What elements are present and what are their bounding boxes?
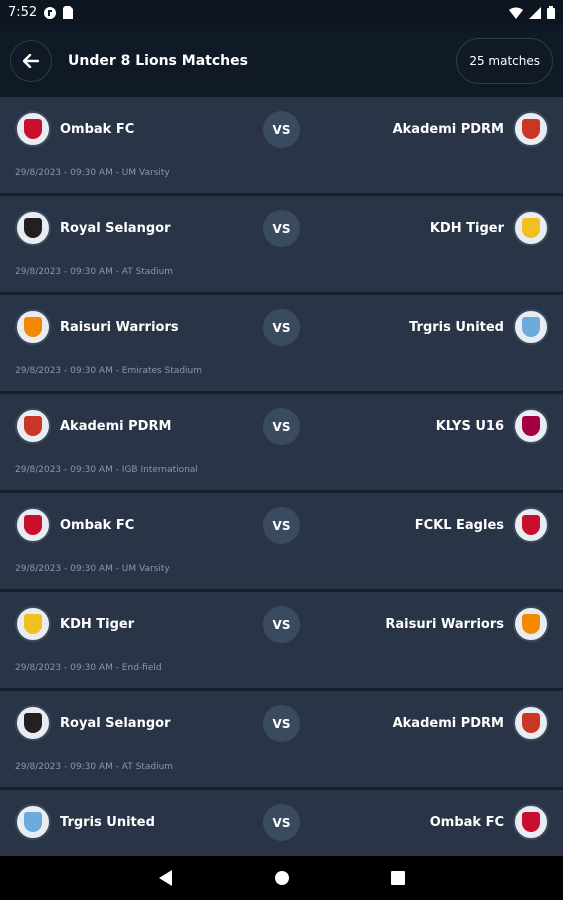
atletico-crest-icon (15, 408, 51, 444)
valencia-crest-icon (15, 309, 51, 345)
away-team: KDH Tiger (430, 210, 549, 246)
liverpool-crest-icon (513, 507, 549, 543)
back-button[interactable] (10, 40, 52, 82)
match-card[interactable]: Raisuri Warriors VS Trgris United 29/8/2023… (0, 295, 563, 391)
home-team: Royal Selangor (15, 210, 170, 246)
vs-badge: VS (263, 111, 300, 148)
liverpool-crest-icon (15, 507, 51, 543)
home-team-name: Royal Selangor (60, 220, 171, 236)
signal-icon (529, 6, 541, 19)
triangle-back-icon (158, 870, 172, 886)
home-team: Royal Selangor (15, 705, 170, 741)
status-right (509, 6, 555, 19)
sim-card-icon (63, 6, 74, 19)
newcastle-crest-icon (15, 210, 51, 246)
status-bar: 7:52 (0, 0, 563, 25)
newcastle-crest-icon (15, 705, 51, 741)
home-team: Ombak FC (15, 111, 134, 147)
away-team: KLYS U16 (436, 408, 549, 444)
away-team: Ombak FC (430, 804, 549, 840)
home-team-name: Royal Selangor (60, 715, 171, 731)
home-team-name: Raisuri Warriors (60, 319, 179, 335)
liverpool-crest-icon (513, 804, 549, 840)
home-team: Trgris United (15, 804, 155, 840)
match-card[interactable]: Royal Selangor VS KDH Tiger 29/8/2023 - 09:… (0, 196, 563, 292)
match-info: 29/8/2023 - 09:30 AM - UM Varsity (15, 168, 170, 178)
match-info: 29/8/2023 - 09:30 AM - AT Stadium (15, 267, 174, 277)
atletico-crest-icon (513, 705, 549, 741)
away-team-name: Trgris United (409, 319, 504, 335)
nav-back-button[interactable] (156, 868, 176, 888)
home-team-name: Ombak FC (60, 121, 135, 137)
man-city-crest-icon (513, 309, 549, 345)
vs-badge: VS (263, 804, 300, 841)
match-card[interactable]: Ombak FC VS FCKL Eagles 29/8/2023 - 09:30 A… (0, 493, 563, 589)
away-team: Trgris United (409, 309, 549, 345)
match-info: 29/8/2023 - 09:30 AM - End-field (15, 663, 162, 673)
away-team-name: KLYS U16 (435, 418, 504, 434)
app-notification-icon (44, 6, 57, 19)
match-card[interactable]: Royal Selangor VS Akademi PDRM 29/8/2023 - … (0, 691, 563, 787)
away-team-name: Akademi PDRM (392, 715, 504, 731)
system-nav-bar (0, 856, 563, 900)
page-title: Under 8 Lions Matches (68, 53, 248, 69)
match-info: 29/8/2023 - 09:30 AM - IGB International (15, 465, 198, 475)
match-card[interactable]: Akademi PDRM VS KLYS U16 29/8/2023 - 09:30 … (0, 394, 563, 490)
status-left: 7:52 (8, 5, 74, 20)
away-team: FCKL Eagles (415, 507, 549, 543)
home-team: Akademi PDRM (15, 408, 171, 444)
away-team: Akademi PDRM (393, 111, 549, 147)
home-team-name: Trgris United (60, 814, 155, 830)
nav-home-button[interactable] (272, 868, 292, 888)
match-count-badge: 25 matches (456, 38, 553, 84)
away-team-name: Akademi PDRM (392, 121, 504, 137)
real-madrid-crest-icon (15, 606, 51, 642)
match-card[interactable]: KDH Tiger VS Raisuri Warriors 29/8/2023 - 0… (0, 592, 563, 688)
barcelona-crest-icon (513, 408, 549, 444)
wifi-icon (509, 6, 523, 19)
match-card[interactable]: Ombak FC VS Akademi PDRM 29/8/2023 - 09:30 … (0, 97, 563, 193)
match-card[interactable]: Trgris United VS Ombak FC (0, 790, 563, 856)
away-team: Raisuri Warriors (385, 606, 549, 642)
real-madrid-crest-icon (513, 210, 549, 246)
away-team-name: FCKL Eagles (414, 517, 504, 533)
home-team: Raisuri Warriors (15, 309, 179, 345)
atletico-crest-icon (513, 111, 549, 147)
vs-badge: VS (263, 507, 300, 544)
away-team-name: Ombak FC (429, 814, 504, 830)
vs-badge: VS (263, 309, 300, 346)
away-team-name: KDH Tiger (429, 220, 504, 236)
match-info: 29/8/2023 - 09:30 AM - AT Stadium (15, 762, 174, 772)
app-bar: Under 8 Lions Matches 25 matches (0, 25, 563, 97)
vs-badge: VS (263, 606, 300, 643)
away-team-name: Raisuri Warriors (385, 616, 504, 632)
home-team-name: Ombak FC (60, 517, 135, 533)
status-time: 7:52 (8, 5, 38, 20)
vs-badge: VS (263, 408, 300, 445)
valencia-crest-icon (513, 606, 549, 642)
nav-recents-button[interactable] (388, 868, 408, 888)
battery-icon (547, 6, 555, 19)
match-list: Ombak FC VS Akademi PDRM 29/8/2023 - 09:30 … (0, 97, 563, 856)
home-team-name: KDH Tiger (60, 616, 135, 632)
home-team: KDH Tiger (15, 606, 134, 642)
away-team: Akademi PDRM (393, 705, 549, 741)
vs-badge: VS (263, 705, 300, 742)
man-city-crest-icon (15, 804, 51, 840)
square-recents-icon (390, 871, 405, 885)
match-info: 29/8/2023 - 09:30 AM - Emirates Stadium (15, 366, 203, 376)
arrow-left-icon (23, 54, 39, 68)
circle-home-icon (274, 871, 289, 885)
liverpool-crest-icon (15, 111, 51, 147)
home-team-name: Akademi PDRM (60, 418, 172, 434)
vs-badge: VS (263, 210, 300, 247)
match-info: 29/8/2023 - 09:30 AM - UM Varsity (15, 564, 170, 574)
home-team: Ombak FC (15, 507, 134, 543)
